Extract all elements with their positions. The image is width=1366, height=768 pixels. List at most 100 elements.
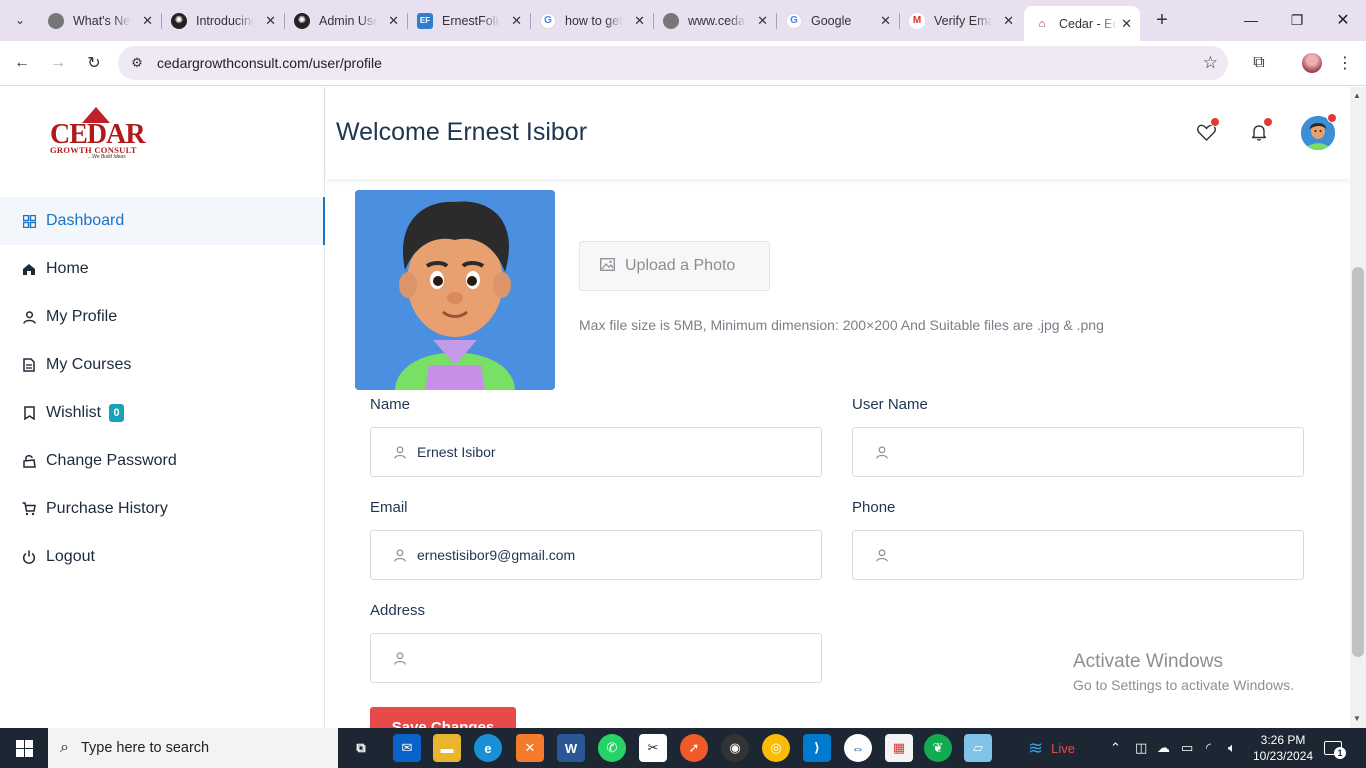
volume-icon[interactable]: 🔈︎ <box>1228 728 1236 768</box>
onedrive-icon[interactable]: ☁ <box>1157 728 1170 768</box>
word-icon[interactable]: W <box>557 734 585 762</box>
phone-input[interactable] <box>899 547 1279 563</box>
phone-field[interactable] <box>852 530 1304 580</box>
whatsapp-icon[interactable]: ✆ <box>598 734 626 762</box>
mongodb-compass-icon[interactable]: ❦ <box>924 734 952 762</box>
username-input[interactable] <box>899 444 1279 460</box>
phone-label: Phone <box>852 499 896 516</box>
close-tab-icon[interactable]: ✕ <box>265 13 276 29</box>
name-field[interactable] <box>370 427 822 477</box>
cedar-favicon-icon: ⌂ <box>1034 15 1050 32</box>
scroll-down-arrow-icon[interactable]: ▼ <box>1353 714 1361 723</box>
notification-count-badge: 1 <box>1334 747 1346 759</box>
url-text[interactable]: cedargrowthconsult.com/user/profile <box>157 55 382 71</box>
meet-now-icon[interactable]: ◫ <box>1135 728 1147 768</box>
taskbar-search-box[interactable]: ⌕ Type here to search <box>48 728 338 768</box>
email-label: Email <box>370 499 408 516</box>
chrome-menu-icon[interactable]: ⋮ <box>1332 50 1358 76</box>
close-tab-icon[interactable]: ✕ <box>388 13 399 29</box>
windows-start-icon[interactable] <box>0 728 48 768</box>
sidebar-item-logout[interactable]: Logout <box>0 533 325 581</box>
notification-center-icon[interactable]: 1 <box>1324 728 1346 768</box>
xampp-icon[interactable]: ✕ <box>516 734 544 762</box>
username-field[interactable] <box>852 427 1304 477</box>
bookmark-star-icon[interactable]: ☆ <box>1203 53 1218 73</box>
gmail-icon: M <box>909 12 925 29</box>
chrome-icon[interactable]: ◎ <box>762 734 790 762</box>
browser-tab[interactable]: M Verify Email ✕ <box>899 6 1022 35</box>
show-hidden-icons-chevron-icon[interactable]: ⌃ <box>1110 728 1121 768</box>
close-tab-icon[interactable]: ✕ <box>880 13 891 29</box>
activate-windows-watermark: Activate Windows Go to Settings to activ… <box>1073 651 1294 693</box>
browser-tab[interactable]: G Google ✕ <box>776 6 900 35</box>
mail-icon[interactable]: ✉ <box>393 734 421 762</box>
minimize-icon[interactable]: — <box>1239 8 1263 32</box>
page-scrollbar[interactable]: ▲ ▼ <box>1350 87 1366 728</box>
sidebar-item-change-password[interactable]: Change Password <box>0 437 325 485</box>
file-explorer-icon[interactable]: ▬ <box>433 734 461 762</box>
obs-icon[interactable]: ◉ <box>721 734 749 762</box>
avatar-status-dot <box>1327 113 1337 123</box>
sidebar-item-purchase-history[interactable]: Purchase History <box>0 485 325 533</box>
battery-icon[interactable]: ▭ <box>1181 728 1193 768</box>
scrollbar-thumb[interactable] <box>1352 267 1364 657</box>
task-view-icon[interactable]: ⧉ <box>347 734 375 762</box>
browser-tab[interactable]: www.cedar ✕ <box>653 6 777 35</box>
edge-icon[interactable]: e <box>474 734 502 762</box>
close-tab-icon[interactable]: ✕ <box>1121 16 1132 32</box>
sidebar-item-my-profile[interactable]: My Profile <box>0 293 325 341</box>
save-changes-button[interactable]: Save Changes <box>370 707 516 728</box>
postman-icon[interactable]: ➚ <box>680 734 708 762</box>
profile-avatar[interactable] <box>1299 50 1325 76</box>
google-icon: G <box>540 12 556 29</box>
forward-arrow-icon[interactable]: → <box>45 50 71 76</box>
back-arrow-icon[interactable]: ← <box>9 50 35 76</box>
browser-tab[interactable]: G how to get ✕ <box>530 6 654 35</box>
close-tab-icon[interactable]: ✕ <box>1003 13 1014 29</box>
teamviewer-icon[interactable]: ⇔ <box>844 734 872 762</box>
site-info-icon[interactable]: ⚙ <box>129 55 145 71</box>
name-input[interactable] <box>417 444 797 460</box>
cedar-logo[interactable]: CEDAR GROWTH CONSULT ...We Build Ideas <box>48 107 148 162</box>
windows-taskbar: ⌕ Type here to search ⧉ ✉ ▬ e ✕ W ✆ ✂ ➚ … <box>0 728 1366 768</box>
microsoft-store-icon[interactable]: ▦ <box>885 734 913 762</box>
address-input[interactable] <box>417 650 797 666</box>
upload-photo-button[interactable]: Upload a Photo <box>579 241 770 291</box>
home-icon <box>22 262 36 276</box>
address-bar[interactable]: ⚙ cedargrowthconsult.com/user/profile ☆ <box>118 46 1228 80</box>
sidebar-item-my-courses[interactable]: My Courses <box>0 341 325 389</box>
browser-tab[interactable]: ✺ Admin Users ✕ <box>284 6 408 35</box>
browser-tab[interactable]: EF ErnestFolio ✕ <box>407 6 531 35</box>
taskbar-clock[interactable]: 3:26 PM 10/23/2024 <box>1253 732 1313 764</box>
address-label: Address <box>370 602 426 619</box>
close-tab-icon[interactable]: ✕ <box>634 13 645 29</box>
capcut-icon[interactable]: ✂ <box>639 734 667 762</box>
sidebar-item-dashboard[interactable]: Dashboard <box>0 197 325 245</box>
browser-tab[interactable]: ✺ Introducing ✕ <box>161 6 285 35</box>
vscode-icon[interactable]: ⟩ <box>803 734 831 762</box>
wifi-icon[interactable]: ◜ <box>1206 728 1211 768</box>
close-tab-icon[interactable]: ✕ <box>142 13 153 29</box>
tab-search-chevron-icon[interactable]: ⌄ <box>8 8 32 32</box>
grid-icon <box>22 214 36 228</box>
browser-tab-active[interactable]: ⌂ Cedar - Ed ✕ <box>1024 6 1140 41</box>
restore-icon[interactable]: ❐ <box>1285 8 1309 32</box>
browser-tab[interactable]: What's New ✕ <box>38 6 162 35</box>
reload-icon[interactable]: ↻ <box>81 50 107 76</box>
wishlist-notification-dot <box>1210 117 1220 127</box>
new-tab-plus-icon[interactable]: + <box>1150 8 1174 32</box>
bookmark-icon <box>22 406 36 420</box>
sidebar-item-wishlist[interactable]: Wishlist 0 <box>0 389 325 437</box>
notepad-icon[interactable]: ▱ <box>964 734 992 762</box>
scroll-up-arrow-icon[interactable]: ▲ <box>1353 91 1361 100</box>
close-window-icon[interactable]: ✕ <box>1331 8 1355 32</box>
close-tab-icon[interactable]: ✕ <box>511 13 522 29</box>
weather-widget[interactable]: ≋ Live <box>1028 728 1075 768</box>
lock-icon <box>22 454 36 468</box>
email-field[interactable] <box>370 530 822 580</box>
sidebar-item-home[interactable]: Home <box>0 245 325 293</box>
close-tab-icon[interactable]: ✕ <box>757 13 768 29</box>
address-field[interactable] <box>370 633 822 683</box>
email-input[interactable] <box>417 547 797 563</box>
extensions-puzzle-icon[interactable]: ⧉ <box>1246 50 1272 76</box>
